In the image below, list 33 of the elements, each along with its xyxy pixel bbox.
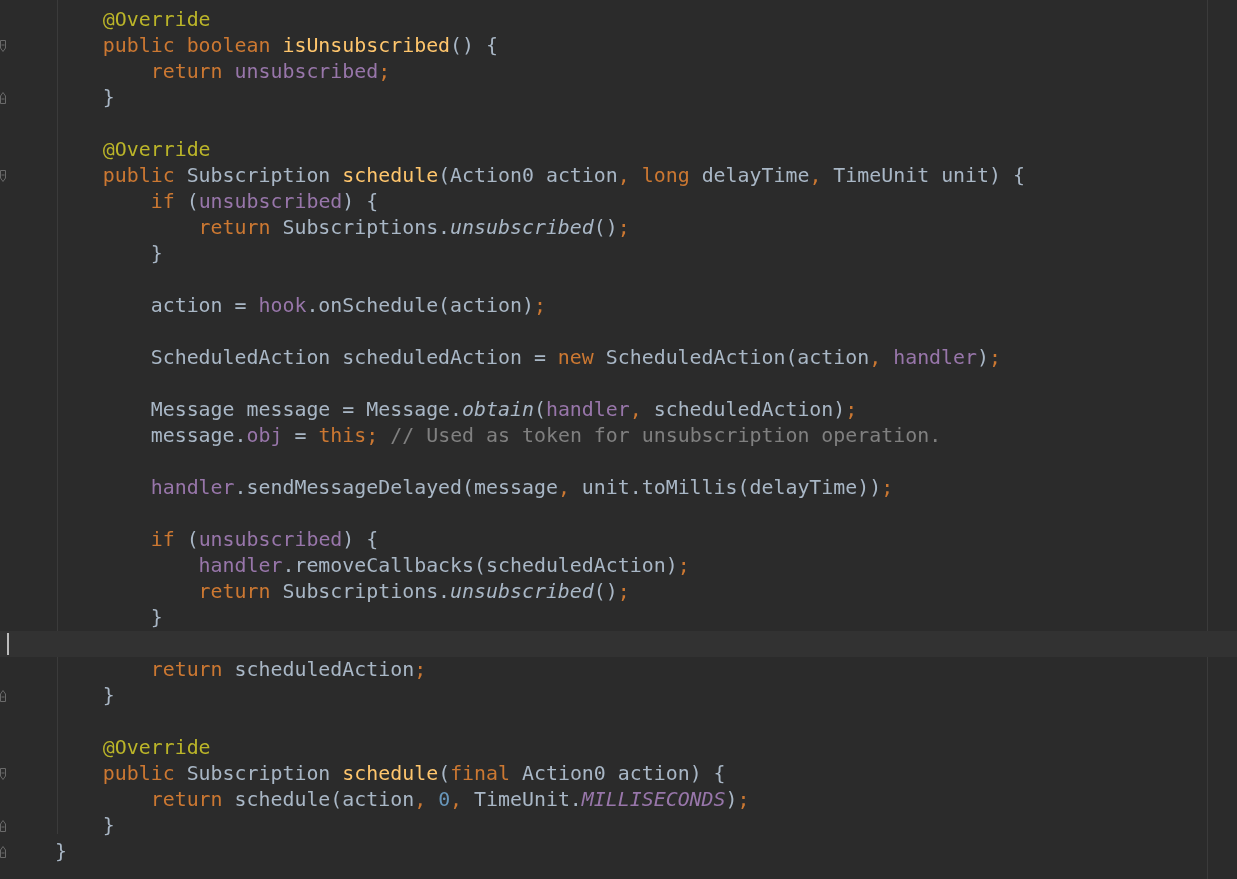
code-line: if (unsubscribed) { (149, 527, 379, 553)
fold-marker-icon[interactable] (0, 92, 6, 104)
code-line: return schedule(action, 0, TimeUnit.MILLISECONDS); (149, 787, 750, 813)
fold-marker-icon[interactable] (0, 820, 6, 832)
code-line: } (101, 683, 115, 709)
fold-marker-icon[interactable] (0, 690, 6, 702)
code-line: public boolean isUnsubscribed() { (101, 33, 498, 59)
fold-marker-icon[interactable] (0, 768, 6, 780)
code-line: handler.removeCallbacks(scheduledAction); (197, 553, 690, 579)
code-line: } (53, 839, 67, 865)
code-line: handler.sendMessageDelayed(message, unit.toMillis(delayTime)); (149, 475, 894, 501)
fold-marker-icon[interactable] (0, 40, 6, 52)
code-line: if (unsubscribed) { (149, 189, 379, 215)
code-line: @Override (101, 735, 211, 761)
code-line: Message message = Message.obtain(handler, scheduledAction); (149, 397, 858, 423)
code-line: return unsubscribed; (149, 59, 391, 85)
text-cursor (7, 633, 9, 655)
code-line: } (149, 241, 163, 267)
code-line: ScheduledAction scheduledAction = new ScheduledAction(action, handler); (149, 345, 1001, 371)
code-line: public Subscription schedule(final Action0 action) { (101, 761, 726, 787)
code-line: } (101, 85, 115, 111)
code-line: } (149, 605, 163, 631)
code-line: public Subscription schedule(Action0 action, long delayTime, TimeUnit unit) { (101, 163, 1025, 189)
code-line: return scheduledAction; (149, 657, 427, 683)
code-line: @Override (101, 7, 211, 33)
code-line: } (101, 813, 115, 839)
code-line: return Subscriptions.unsubscribed(); (197, 215, 630, 241)
fold-marker-icon[interactable] (0, 846, 6, 858)
code-line: return Subscriptions.unsubscribed(); (197, 579, 630, 605)
code-line: action = hook.onSchedule(action); (149, 293, 546, 319)
code-line: @Override (101, 137, 211, 163)
code-line: message.obj = this; // Used as token for unsubscription operation. (149, 423, 942, 449)
fold-marker-icon[interactable] (0, 170, 6, 182)
